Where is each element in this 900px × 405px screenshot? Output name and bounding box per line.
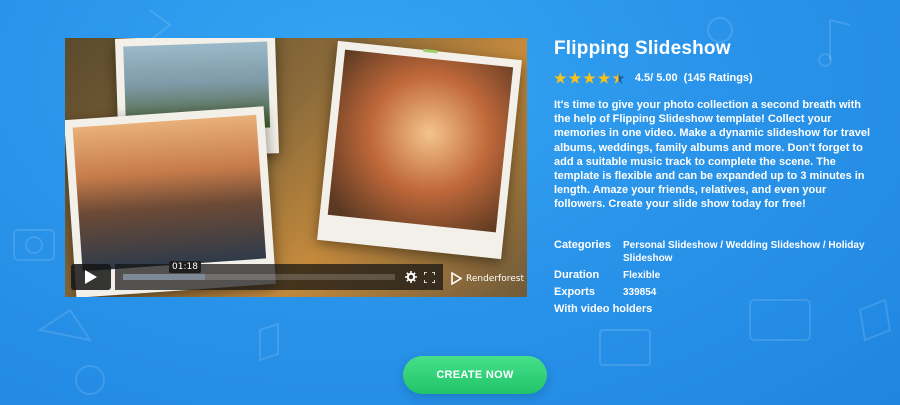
progress-fill [123, 274, 205, 280]
renderforest-logo-icon [451, 272, 462, 285]
play-icon [85, 270, 97, 284]
create-now-button[interactable]: CREATE NOW [403, 356, 547, 394]
video-player[interactable]: 01:18 Renderforest [65, 38, 527, 297]
exports-value: 339854 [623, 287, 657, 298]
template-title: Flipping Slideshow [554, 38, 731, 59]
rating-score: 4.5/ 5.00 [634, 72, 678, 84]
half-star-icon: ★ [612, 70, 625, 86]
star-icon: ★ [583, 70, 596, 86]
brand-name: Renderforest [466, 273, 524, 284]
categories-label: Categories [554, 239, 611, 251]
renderforest-logo[interactable]: Renderforest [451, 272, 524, 285]
exports-label: Exports [554, 286, 595, 298]
rating: ★ ★ ★ ★ ★ 4.5/ 5.00 (145 Ratings) [554, 71, 753, 85]
player-controls: 01:18 [71, 261, 443, 290]
current-time: 01:18 [169, 261, 201, 273]
play-button[interactable] [71, 264, 111, 290]
categories-value[interactable]: Personal Slideshow / Wedding Slideshow /… [623, 239, 873, 265]
duration-label: Duration [554, 269, 600, 281]
star-icon: ★ [568, 70, 582, 86]
progress-bar-area: 01:18 [115, 261, 443, 290]
star-icon: ★ [597, 70, 611, 86]
fullscreen-icon[interactable] [421, 269, 437, 285]
star-icon: ★ [554, 70, 567, 86]
template-meta: Categories Personal Slideshow / Wedding … [554, 239, 873, 319]
rating-count: (145 Ratings) [683, 72, 753, 84]
settings-icon[interactable] [403, 269, 419, 285]
video-holders-label: With video holders [554, 303, 653, 315]
photo-frame [317, 40, 522, 260]
progress-track[interactable] [123, 274, 395, 280]
duration-value: Flexible [623, 270, 661, 281]
template-description: It's time to give your photo collection … [554, 99, 871, 211]
